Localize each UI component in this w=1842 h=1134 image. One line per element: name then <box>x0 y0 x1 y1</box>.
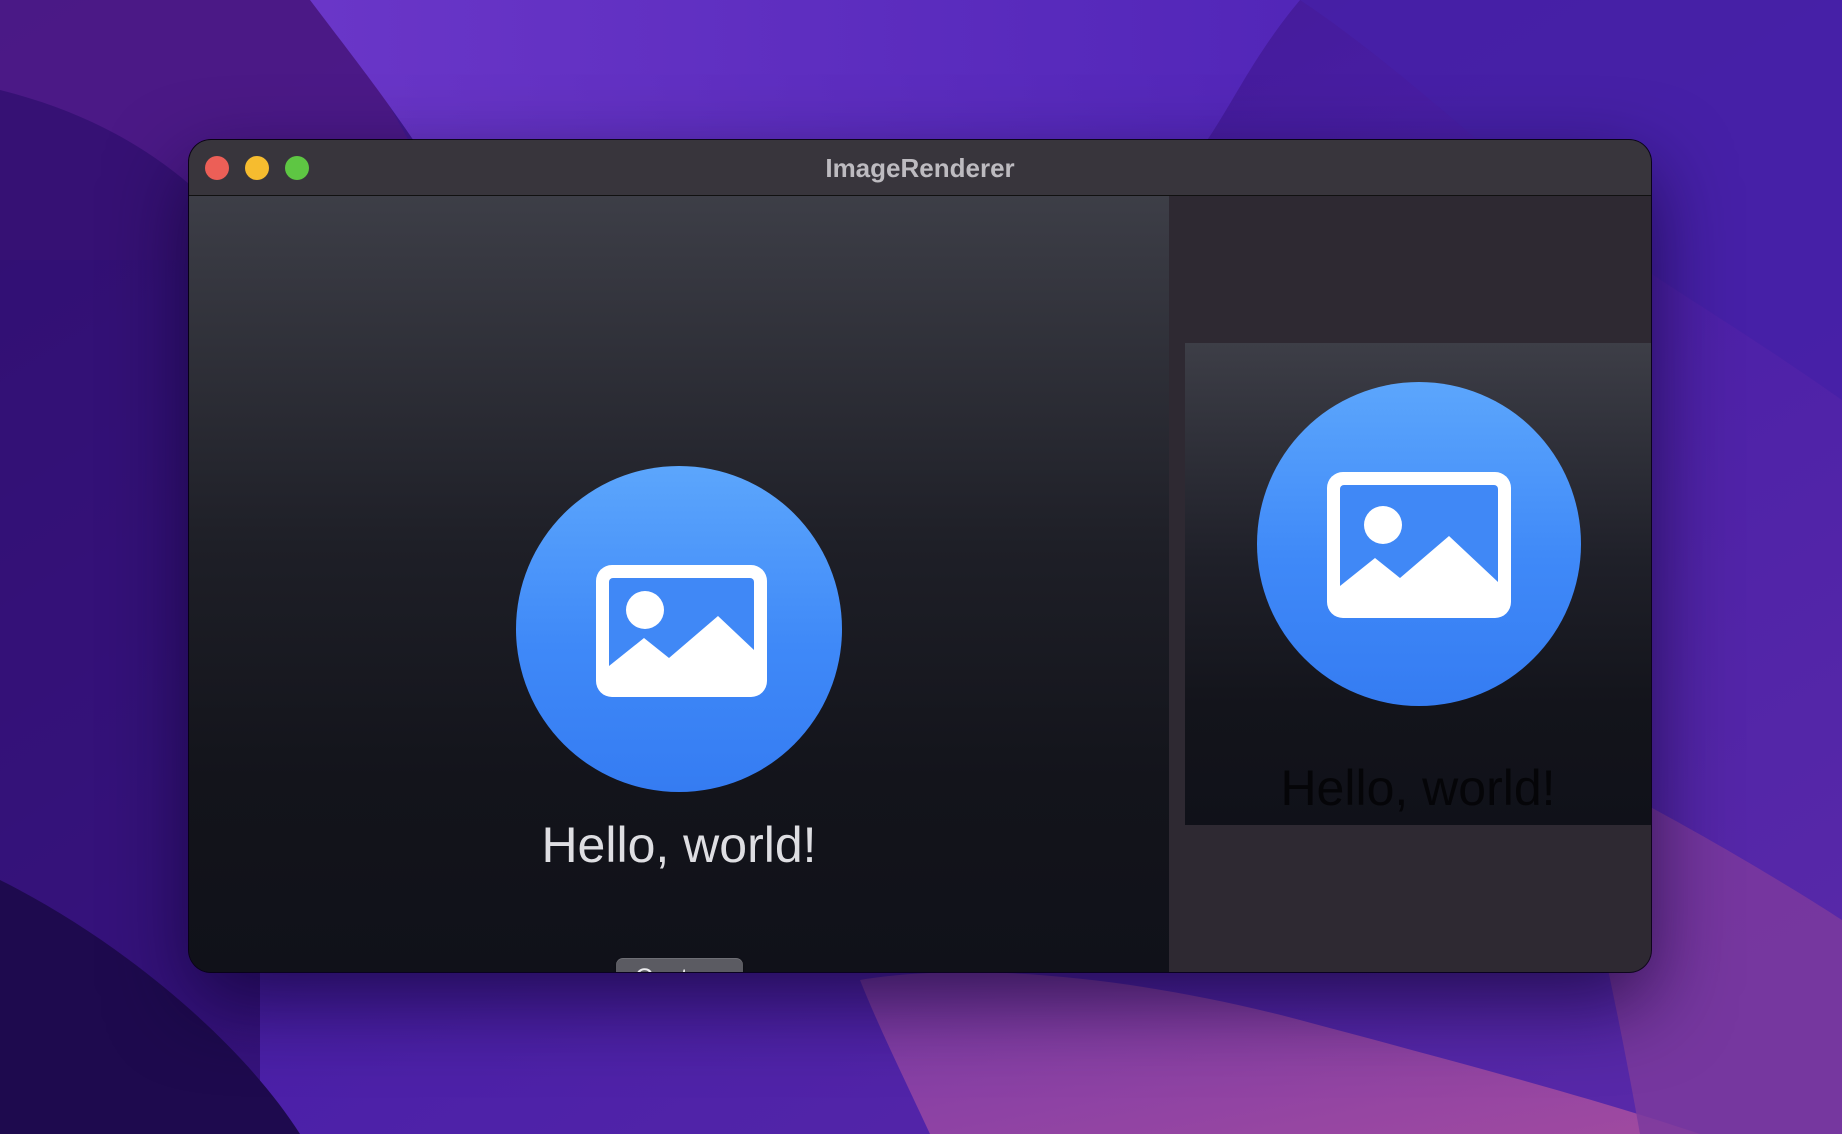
render-view: Hello, world! Capture <box>189 196 1169 972</box>
captured-image: Hello, world! <box>1185 343 1651 825</box>
window-title: ImageRenderer <box>825 153 1015 183</box>
snapshot-greeting-text: Hello, world! <box>1280 760 1556 816</box>
capture-button[interactable]: Capture <box>616 958 743 972</box>
photo-icon <box>1257 382 1581 706</box>
greeting-text: Hello, world! <box>541 817 817 873</box>
title-bar[interactable]: ImageRenderer <box>189 140 1651 196</box>
snapshot-panel: Hello, world! <box>1169 196 1651 972</box>
photo-icon <box>516 466 842 792</box>
app-window: ImageRenderer Hello, world! Capture <box>189 140 1651 972</box>
